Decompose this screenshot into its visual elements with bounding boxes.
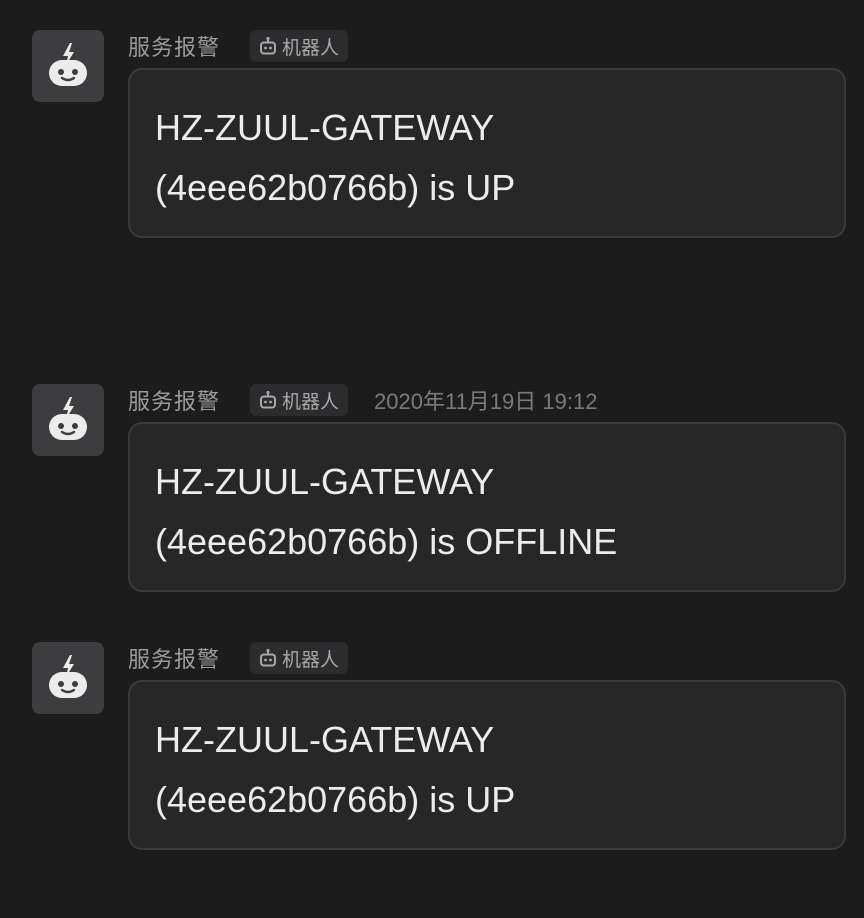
robot-icon [258, 648, 278, 668]
sender-avatar[interactable] [32, 384, 104, 456]
message-bubble[interactable]: HZ-ZUUL-GATEWAY (4eee62b0766b) is OFFLIN… [128, 422, 846, 592]
bot-badge-label: 机器人 [282, 391, 340, 413]
bot-badge: 机器人 [250, 384, 349, 416]
robot-icon [49, 397, 87, 440]
message-bubble[interactable]: HZ-ZUUL-GATEWAY (4eee62b0766b) is UP [128, 68, 846, 238]
sender-name[interactable]: 服务报警 [128, 30, 220, 62]
message-header: 服务报警 机器人 [128, 30, 349, 62]
sender-avatar[interactable] [32, 642, 104, 714]
bot-badge-label: 机器人 [282, 649, 340, 671]
message-text: HZ-ZUUL-GATEWAY (4eee62b0766b) is UP [155, 107, 516, 208]
message-text: HZ-ZUUL-GATEWAY (4eee62b0766b) is OFFLIN… [155, 461, 618, 562]
robot-icon [49, 655, 87, 698]
bot-badge: 机器人 [250, 30, 349, 62]
sender-name[interactable]: 服务报警 [128, 642, 220, 674]
robot-icon [258, 36, 278, 56]
bot-badge-label: 机器人 [282, 37, 340, 59]
robot-icon [258, 390, 278, 410]
chat-message-list: 服务报警 机器人 HZ-ZUUL-GATEWAY (4eee62b0766b) … [0, 0, 864, 918]
robot-icon [49, 43, 87, 86]
message-text: HZ-ZUUL-GATEWAY (4eee62b0766b) is UP [155, 719, 516, 820]
message-header: 服务报警 机器人 [128, 642, 349, 674]
sender-avatar[interactable] [32, 30, 104, 102]
message-header: 服务报警 机器人 2020年11月19日 19:12 [128, 384, 597, 416]
bot-badge: 机器人 [250, 642, 349, 674]
message-timestamp: 2020年11月19日 19:12 [374, 389, 598, 414]
message-bubble[interactable]: HZ-ZUUL-GATEWAY (4eee62b0766b) is UP [128, 680, 846, 850]
sender-name[interactable]: 服务报警 [128, 384, 220, 416]
